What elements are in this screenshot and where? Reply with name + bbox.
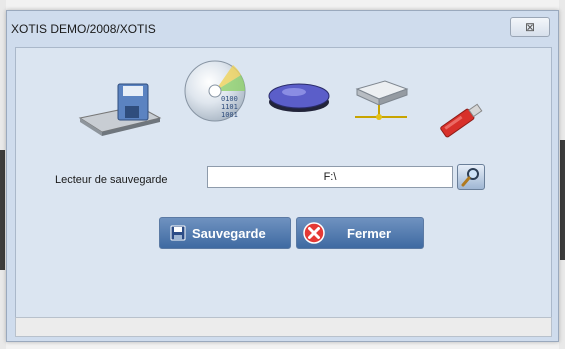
window-close-button[interactable]: ⊠ [510, 17, 550, 37]
dialog-content: 0100 1101 1001 Lecteur de sauvegarde F:\… [15, 47, 552, 320]
magnifier-icon [461, 168, 479, 187]
close-button[interactable]: Fermer [296, 217, 424, 249]
dialog-window: XOTIS DEMO/2008/XOTIS ⊠ 0100 1101 1001 L… [6, 10, 559, 342]
close-button-label: Fermer [347, 225, 392, 241]
save-button-label: Sauvegarde [192, 225, 266, 241]
svg-text:1101: 1101 [221, 103, 238, 111]
save-button[interactable]: Sauvegarde [159, 217, 291, 249]
close-icon: ⊠ [524, 20, 536, 34]
drive-path-field[interactable]: F:\ [207, 166, 453, 188]
background-right [559, 0, 565, 349]
svg-text:0100: 0100 [221, 95, 238, 103]
floppy-drive-icon[interactable] [78, 78, 162, 138]
svg-text:1001: 1001 [221, 111, 238, 119]
title-bar: XOTIS DEMO/2008/XOTIS ⊠ [7, 11, 558, 47]
close-x-icon [303, 222, 325, 244]
status-bar [15, 317, 552, 337]
usb-stick-icon[interactable] [436, 100, 488, 142]
save-icon [170, 225, 186, 241]
window-title: XOTIS DEMO/2008/XOTIS [11, 22, 156, 36]
cd-disc-icon[interactable]: 0100 1101 1001 [181, 57, 253, 129]
network-drive-icon[interactable] [349, 77, 413, 125]
drive-label: Lecteur de sauvegarde [55, 174, 168, 186]
browse-button[interactable] [457, 164, 485, 190]
external-drive-icon[interactable] [266, 76, 332, 116]
